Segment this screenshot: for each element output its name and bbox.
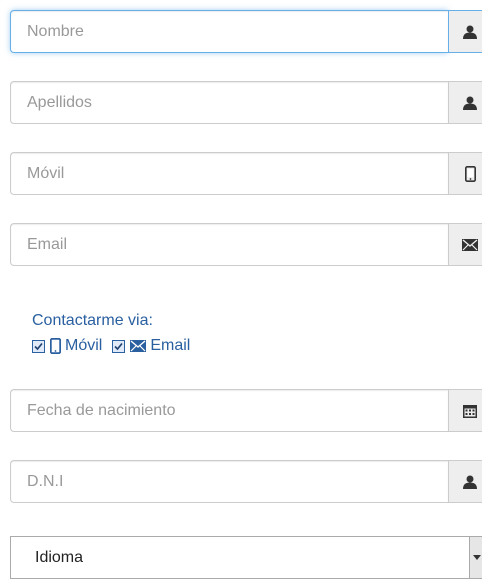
calendar-icon[interactable] xyxy=(448,389,482,432)
mobile-phone-icon xyxy=(50,338,61,354)
movil-input[interactable] xyxy=(10,152,448,195)
contact-option-email[interactable]: Email xyxy=(112,337,190,355)
apellidos-input[interactable] xyxy=(10,81,448,124)
fecha-group xyxy=(10,389,482,432)
contact-option-label: Móvil xyxy=(65,337,103,354)
envelope-icon xyxy=(448,223,482,266)
nombre-input[interactable] xyxy=(10,10,448,53)
envelope-icon xyxy=(130,340,147,352)
user-icon xyxy=(448,460,482,503)
contact-option-movil[interactable]: Móvil xyxy=(32,337,102,355)
mobile-phone-icon xyxy=(448,152,482,195)
idioma-select[interactable]: Idioma xyxy=(10,536,482,579)
email-input[interactable] xyxy=(10,223,448,266)
contact-option-label: Email xyxy=(150,337,191,354)
movil-group xyxy=(10,152,482,195)
contact-options: Móvil Email xyxy=(32,337,200,355)
movil-checkbox[interactable] xyxy=(32,339,45,353)
idioma-selected-value: Idioma xyxy=(35,548,84,566)
nombre-group xyxy=(10,10,482,53)
user-icon xyxy=(448,10,482,53)
chevron-down-icon[interactable] xyxy=(469,537,482,578)
contact-preference: Contactarme via: Móvil Email xyxy=(32,311,200,355)
dni-group xyxy=(10,460,482,503)
email-group xyxy=(10,223,482,266)
user-icon xyxy=(448,81,482,124)
dni-input[interactable] xyxy=(10,460,448,503)
contact-title: Contactarme via: xyxy=(32,312,153,329)
fecha-nacimiento-input[interactable] xyxy=(10,389,448,432)
apellidos-group xyxy=(10,81,482,124)
email-checkbox[interactable] xyxy=(112,339,126,353)
